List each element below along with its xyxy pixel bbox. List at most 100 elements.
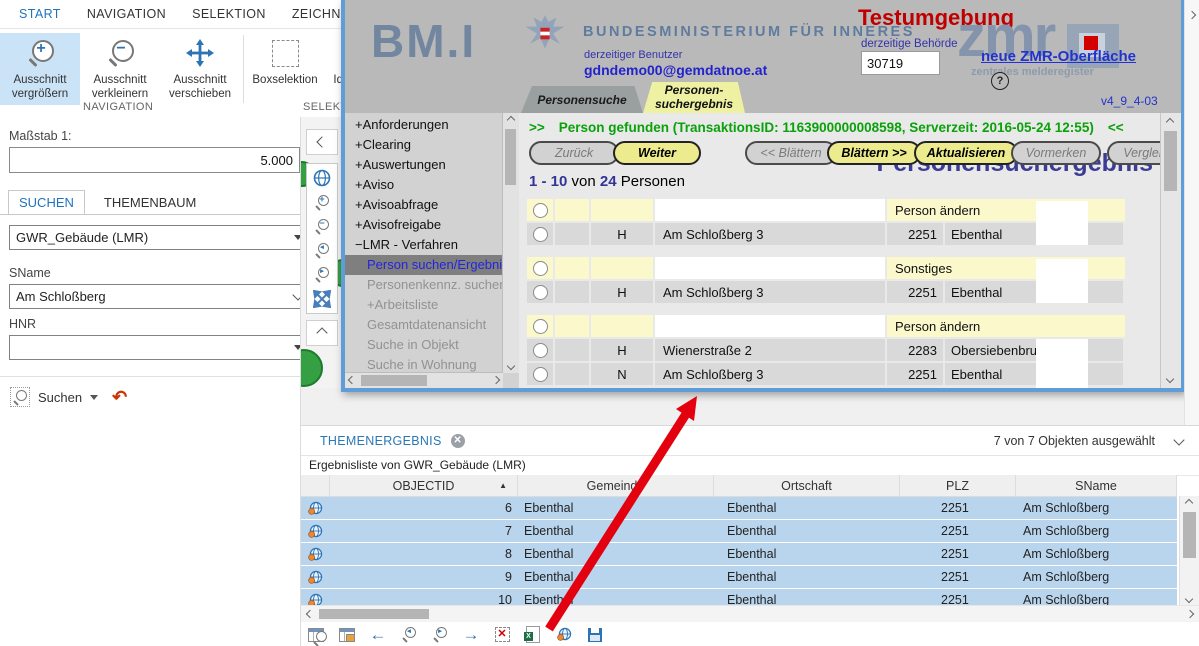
menu-horizontal-scrollbar[interactable] (345, 372, 503, 388)
zoom-next-icon[interactable]: ▸ (314, 266, 331, 283)
clear-selection-icon[interactable]: ✕ (493, 626, 511, 644)
excel-export-icon[interactable]: X (524, 626, 542, 644)
table-search-icon[interactable] (307, 626, 325, 644)
zmr-menu-item[interactable]: +Avisofreigabe (345, 215, 503, 235)
cell (555, 223, 589, 245)
authority-input[interactable]: 30719 (861, 51, 940, 75)
cell-sname: Am Schloßberg (1011, 497, 1177, 519)
pan-left-icon[interactable]: ← (369, 626, 387, 644)
table-row[interactable]: 9EbenthalEbenthal2251Am Schloßberg (301, 566, 1177, 589)
zoom-to-selection-icon[interactable] (338, 626, 356, 644)
header-icon-cell (301, 475, 330, 496)
globe-selection-icon[interactable] (555, 626, 573, 644)
cell-ortschaft: Ebenthal (711, 566, 896, 588)
column-header-gemeinde[interactable]: Gemeinde (518, 475, 714, 496)
column-header-plz[interactable]: PLZ (900, 475, 1016, 496)
ribbon-tab-start[interactable]: START (6, 7, 74, 21)
button-label: Ausschnitt verkleinern (80, 73, 160, 102)
zmr-content: >>Person gefunden (TransaktionsID: 11639… (519, 113, 1181, 388)
table-row[interactable]: 7EbenthalEbenthal2251Am Schloßberg (301, 520, 1177, 543)
zoom-out-icon[interactable]: − (314, 218, 331, 235)
theme-result-header: THEMENERGEBNIS ✕ 7 von 7 Objekten ausgew… (301, 426, 1199, 456)
table-horizontal-scrollbar[interactable] (301, 605, 1199, 622)
radio-cell (527, 315, 553, 337)
zmr-menu-item[interactable]: +Aviso (345, 175, 503, 195)
zmr-button-zurck[interactable]: Zurück (529, 141, 619, 165)
tab-personensuchergebnis[interactable]: Personen-suchergebnis (643, 82, 745, 113)
menu-vertical-scrollbar[interactable] (502, 113, 519, 373)
hnr-select[interactable] (9, 335, 311, 360)
layer-select[interactable]: GWR_Gebäude (LMR) (9, 225, 311, 250)
close-icon[interactable]: ✕ (451, 434, 465, 448)
full-extent-icon[interactable] (313, 290, 331, 308)
ribbon-tab-navigation[interactable]: NAVIGATION (74, 7, 179, 21)
undo-icon[interactable]: ↶ (112, 388, 127, 406)
pan-button[interactable]: Ausschnitt verschieben (160, 33, 240, 105)
search-button[interactable]: Suchen (38, 390, 82, 405)
box-selection-button[interactable]: Boxselektion (247, 33, 323, 105)
radio-button[interactable] (533, 367, 548, 382)
cell-sname: Am Schloßberg (1011, 543, 1177, 565)
zmr-menu-item[interactable]: +Auswertungen (345, 155, 503, 175)
globe-icon[interactable] (313, 169, 331, 187)
collapse-panel-chevron-icon[interactable] (1173, 434, 1184, 445)
tab-themenergebnis[interactable]: THEMENERGEBNIS (320, 434, 442, 448)
zmr-button-blttern[interactable]: << Blättern (745, 141, 837, 165)
result-toolbar: ← ◂ ▸ → ✕ X (307, 622, 604, 646)
save-icon[interactable] (586, 626, 604, 644)
radio-button[interactable] (533, 319, 548, 334)
zmr-menu-item[interactable]: Suche in Objekt (345, 335, 503, 355)
person-result-group: Person ändernHAm Schloßberg 32251Ebentha… (527, 199, 1127, 245)
zmr-menu-item[interactable]: Personenkennz. suchen (345, 275, 503, 295)
column-header-objectid[interactable]: OBJECTID▲ (330, 475, 518, 496)
radio-button[interactable] (533, 343, 548, 358)
sname-select[interactable]: Am Schloßberg (9, 284, 311, 309)
zoom-in-button[interactable]: + Ausschnitt vergrößern (0, 33, 80, 105)
tab-themenbaum[interactable]: THEMENBAUM (93, 190, 207, 214)
radio-button[interactable] (533, 285, 548, 300)
cell-gemeinde: Ebenthal (516, 543, 711, 565)
table-row[interactable]: 8EbenthalEbenthal2251Am Schloßberg (301, 543, 1177, 566)
scale-input[interactable]: 5.000 (9, 147, 300, 173)
zoom-previous-icon[interactable]: ◂ (400, 626, 418, 644)
zmr-overlay-window: BM.I BUNDESMINISTERIUM FÜR INNERES derze… (341, 0, 1185, 392)
help-icon[interactable]: ? (991, 72, 1009, 90)
radio-button[interactable] (533, 227, 548, 242)
collapse-panel-button[interactable] (306, 129, 338, 155)
content-vertical-scrollbar[interactable] (1160, 113, 1181, 388)
zmr-menu-item[interactable]: +Clearing (345, 135, 503, 155)
search-options-caret-icon[interactable] (90, 395, 98, 400)
zmr-menu-item[interactable]: +Arbeitsliste (345, 295, 503, 315)
pan-right-icon[interactable]: → (462, 626, 480, 644)
zmr-button-blttern[interactable]: Blättern >> (827, 141, 921, 165)
zmr-menu-item[interactable]: Person suchen/Ergebnis (345, 255, 503, 275)
table-row[interactable]: 6EbenthalEbenthal2251Am Schloßberg (301, 497, 1177, 520)
zoom-previous-icon[interactable]: ◂ (314, 242, 331, 259)
zoom-in-icon[interactable]: + (314, 194, 331, 211)
city-cell: Ebenthal (945, 363, 1123, 385)
tab-personensuche[interactable]: Personensuche (521, 86, 643, 113)
action-cell: Person ändern (887, 315, 1125, 337)
zmr-menu-item[interactable]: +Avisoabfrage (345, 195, 503, 215)
zoom-next-icon[interactable]: ▸ (431, 626, 449, 644)
plz-cell: 2283 (887, 339, 943, 361)
radio-button[interactable] (533, 203, 548, 218)
zmr-button-aktualisieren[interactable]: Aktualisieren (914, 141, 1018, 165)
tab-suchen[interactable]: SUCHEN (8, 190, 85, 214)
zmr-button-vormerken[interactable]: Vormerken (1011, 141, 1101, 165)
ribbon-tab-selektion[interactable]: SELEKTION (179, 7, 279, 21)
zmr-menu-item[interactable]: +Anforderungen (345, 115, 503, 135)
zmr-menu-item[interactable]: Gesamtdatenansicht (345, 315, 503, 335)
expand-right-panel-button[interactable] (1185, 8, 1199, 22)
new-zmr-ui-link[interactable]: neue ZMR-Oberfläche (981, 48, 1136, 65)
column-header-sname[interactable]: SName (1016, 475, 1177, 496)
table-vertical-scrollbar[interactable] (1179, 496, 1199, 606)
zmr-menu-item[interactable]: Suche in Wohnung (345, 355, 503, 373)
column-header-ortschaft[interactable]: Ortschaft (714, 475, 900, 496)
zmr-button-weiter[interactable]: Weiter (613, 141, 701, 165)
zoom-out-button[interactable]: − Ausschnitt verkleinern (80, 33, 160, 105)
collapse-toolbar-button[interactable] (306, 320, 338, 346)
radio-button[interactable] (533, 261, 548, 276)
zmr-menu-item[interactable]: −LMR - Verfahren (345, 235, 503, 255)
cell (655, 199, 885, 221)
